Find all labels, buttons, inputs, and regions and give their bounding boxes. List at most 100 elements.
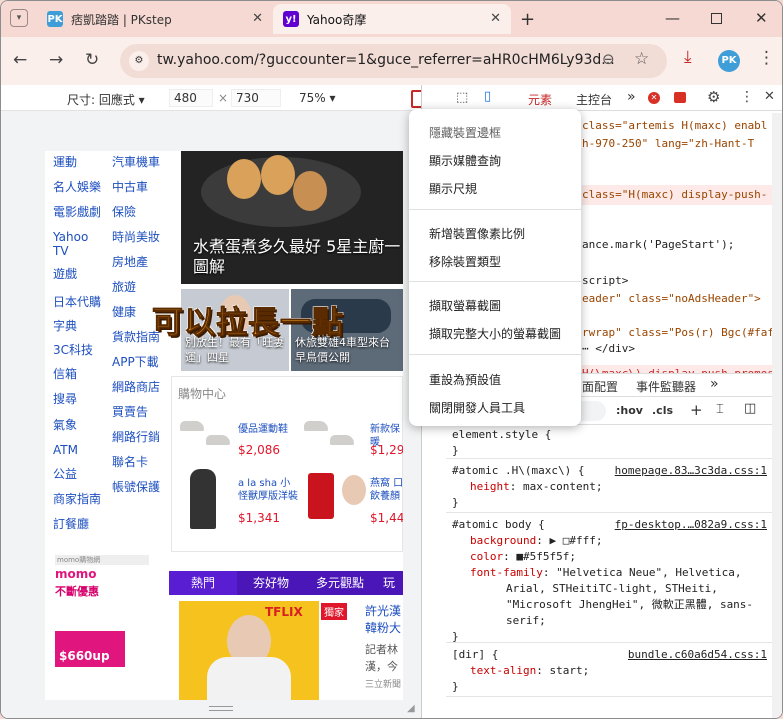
viewport-height-input[interactable]: 730 <box>231 89 281 107</box>
momo-price-badge[interactable]: $660up <box>55 631 125 667</box>
product-box-image[interactable] <box>308 473 334 519</box>
product-name[interactable]: 優品運動鞋 <box>238 423 288 436</box>
bookmark-star-icon[interactable]: ☆ <box>634 49 649 69</box>
product-price[interactable]: $1,440 <box>370 511 403 525</box>
devtools-menu-icon[interactable]: ⋮ <box>740 89 754 105</box>
side-nav-link[interactable]: 中古車 <box>112 180 164 194</box>
more-tabs-icon[interactable]: » <box>627 89 636 105</box>
style-property[interactable]: background: ▶ □#fff; <box>470 533 602 549</box>
style-property[interactable]: height: max-content; <box>470 479 602 495</box>
side-nav-link[interactable]: 時尚美妝 <box>112 230 164 244</box>
code-line[interactable]: eader" class="noAdsHeader"> <box>582 292 761 305</box>
style-property[interactable]: font-family: "Helvetica Neue", Helvetica… <box>470 565 742 581</box>
tab-console[interactable]: 主控台 <box>576 91 612 108</box>
zoom-icon[interactable]: ⊖ <box>602 50 615 68</box>
shoe-image[interactable] <box>304 421 328 431</box>
product-name[interactable]: a la sha 小怪獸厚版洋裝 <box>238 477 300 503</box>
side-nav-link[interactable]: 搜尋 <box>53 392 103 406</box>
feature-story[interactable]: 水煮蛋煮多久最好 5星主廚一圖解 <box>181 151 403 284</box>
code-line[interactable]: ⋯ </div> <box>582 342 635 355</box>
menu-item-remove-device-type[interactable]: 移除裝置類型 <box>429 253 501 270</box>
back-icon[interactable]: ← <box>13 50 27 70</box>
side-nav-link[interactable]: 訂餐廳 <box>53 517 103 531</box>
side-nav-link[interactable]: Yahoo TV <box>53 230 103 258</box>
code-line[interactable]: ance.mark('PageStart'); <box>582 238 734 251</box>
news-headline[interactable]: 許光漢韓粉大 <box>365 603 403 637</box>
devtools-scrollbar[interactable] <box>772 113 782 718</box>
rule-selector[interactable]: #atomic .H\(maxc\) { <box>452 463 584 479</box>
rule-selector[interactable]: #atomic body { <box>452 517 545 533</box>
feature-caption[interactable]: 水煮蛋煮多久最好 5星主廚一圖解 <box>193 237 403 277</box>
side-nav-link[interactable]: 3C科技 <box>53 343 103 357</box>
side-nav-link[interactable]: 運動 <box>53 155 103 169</box>
menu-item-add-dpr[interactable]: 新增裝置像素比例 <box>429 225 525 242</box>
inspect-icon[interactable]: ⬚ <box>456 90 468 105</box>
product-price[interactable]: $2,086 <box>238 443 280 457</box>
side-nav-link[interactable]: 旅遊 <box>112 280 164 294</box>
side-nav-link[interactable]: 網路行銷 <box>112 430 164 444</box>
style-property[interactable]: color: ■#5f5f5f; <box>470 549 576 565</box>
minimize-icon[interactable]: — <box>665 9 680 27</box>
tab-elements[interactable]: 元素 <box>528 91 552 108</box>
menu-item-rulers[interactable]: 顯示尺規 <box>429 180 477 197</box>
rule-selector[interactable]: element.style { <box>452 427 551 443</box>
tab-event-listeners[interactable]: 事件監聽器 <box>636 378 696 395</box>
side-nav-link[interactable]: 字典 <box>53 319 103 333</box>
side-nav-link[interactable]: 名人娛樂 <box>53 180 103 194</box>
rule-source-link[interactable]: bundle.c60a6d54.css:1 <box>628 647 767 663</box>
more-tabs-icon[interactable]: » <box>710 376 719 392</box>
momo-promo[interactable]: 不斷優惠 <box>55 583 99 599</box>
shoe-image[interactable] <box>330 435 354 445</box>
shoe-image[interactable] <box>180 421 204 431</box>
close-window-icon[interactable]: ✕ <box>755 9 768 27</box>
viewport-width-input[interactable]: 480 <box>169 89 213 107</box>
hov-button[interactable]: :hov <box>616 404 643 417</box>
issues-icon[interactable] <box>674 92 686 103</box>
resize-corner-icon[interactable]: ◢ <box>407 703 415 714</box>
new-tab-icon[interactable]: + <box>520 9 535 30</box>
computed-style-icon[interactable]: ⌶ <box>716 402 724 417</box>
product-name[interactable]: 燕窩 口飲養顏 <box>370 477 403 503</box>
address-bar[interactable]: ⚙ tw.yahoo.com/?guccounter=1&guce_referr… <box>120 44 667 78</box>
device-toggle-icon[interactable]: ▯ <box>484 89 491 104</box>
side-nav-link[interactable]: 信箱 <box>53 367 103 381</box>
resize-handle-bottom[interactable] <box>209 706 233 711</box>
tab-pkstep[interactable]: PK 痞凱踏踏 | PKstep ✕ <box>37 4 273 34</box>
side-nav-link[interactable]: 電影戲劇 <box>53 205 103 219</box>
menu-item-media-queries[interactable]: 顯示媒體查詢 <box>429 152 501 169</box>
cls-button[interactable]: .cls <box>652 404 673 417</box>
tab-goods[interactable]: 夯好物 <box>237 571 305 595</box>
product-price[interactable]: $1,299 <box>370 443 403 457</box>
menu-item-hide-frame[interactable]: 隱藏裝置邊框 <box>429 124 501 141</box>
settings-gear-icon[interactable]: ⚙ <box>707 88 720 106</box>
tab-play[interactable]: 玩 <box>375 571 403 595</box>
maximize-icon[interactable] <box>711 13 722 24</box>
close-tab-icon[interactable]: ✕ <box>252 11 263 26</box>
menu-item-reset[interactable]: 重設為預設值 <box>429 371 501 388</box>
code-line[interactable]: class="H(maxc) display-push- <box>582 188 767 201</box>
news-image[interactable]: TFLIX <box>179 601 319 700</box>
product-price[interactable]: $1,341 <box>238 511 280 525</box>
side-nav-link[interactable]: 氣象 <box>53 418 103 432</box>
side-nav-link[interactable]: 遊戲 <box>53 267 103 281</box>
zoom-select[interactable]: 75% ▾ <box>299 91 336 105</box>
device-size-select[interactable]: 尺寸: 回應式 ▾ <box>67 91 145 108</box>
momo-logo[interactable]: momo <box>55 567 97 581</box>
rule-source-link[interactable]: homepage.83…3c3da.css:1 <box>615 463 767 479</box>
forward-icon[interactable]: → <box>49 50 63 70</box>
tab-hot[interactable]: 熱門 <box>169 571 237 595</box>
side-nav-link[interactable]: 聯名卡 <box>112 455 164 469</box>
side-nav-link[interactable]: 買賣告 <box>112 405 164 419</box>
tab-views[interactable]: 多元觀點 <box>305 571 375 595</box>
code-line[interactable]: rwrap" class="Pos(r) Bgc(#faf <box>582 326 774 339</box>
profile-avatar[interactable]: PK <box>718 50 740 72</box>
reload-icon[interactable]: ↻ <box>85 50 99 70</box>
side-nav-link[interactable]: 帳號保護 <box>112 480 164 494</box>
tab-layout[interactable]: 面配置 <box>582 378 618 395</box>
toggle-sidebar-icon[interactable]: ◫ <box>744 401 756 416</box>
side-nav-link[interactable]: 汽車機車 <box>112 155 164 169</box>
rule-selector[interactable]: [dir] { <box>452 647 498 663</box>
download-icon[interactable]: ⤓ <box>684 47 692 67</box>
side-nav-link[interactable]: 公益 <box>53 467 103 481</box>
chrome-menu-icon[interactable]: ⋮ <box>758 48 775 68</box>
